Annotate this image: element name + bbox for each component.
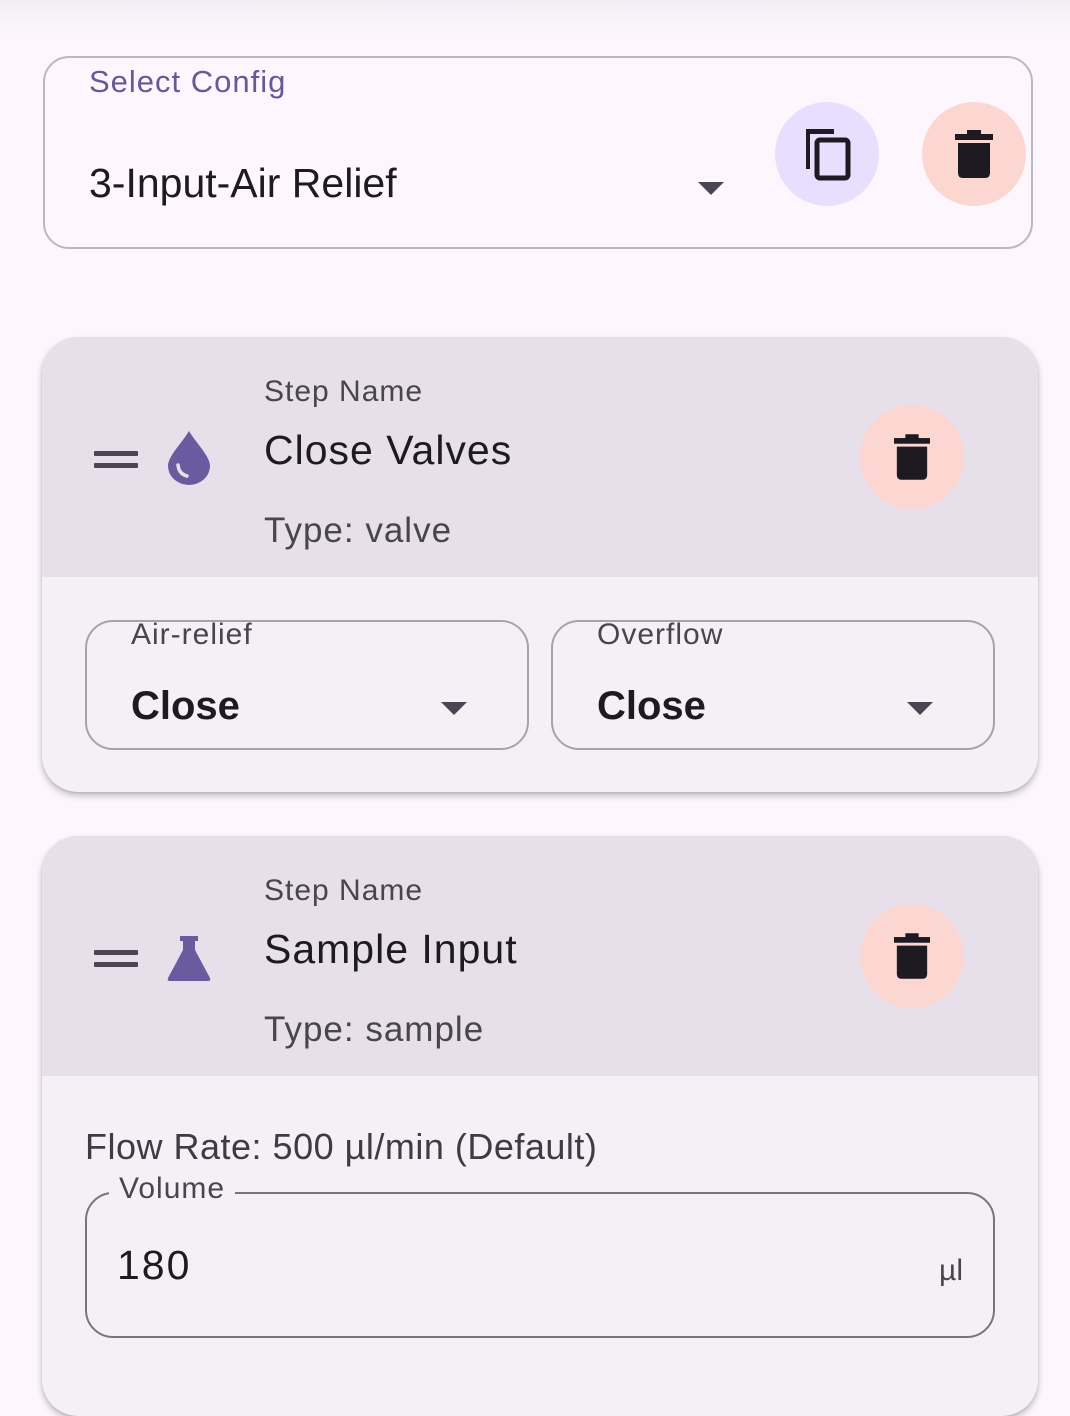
step-card-close-valves[interactable]: Step Name Close Valves Type: valve Air-r… (42, 337, 1038, 792)
delete-step-button[interactable] (860, 904, 964, 1008)
step-card-body: Flow Rate: 500 µl/min (Default) Volume 1… (42, 1076, 1038, 1416)
air-relief-select[interactable]: Air-relief Close (85, 618, 529, 750)
trash-icon (955, 130, 993, 178)
step-card-header: Step Name Sample Input Type: sample (42, 836, 1038, 1076)
flow-rate-text: Flow Rate: 500 µl/min (Default) (85, 1126, 598, 1167)
copy-icon (806, 129, 851, 181)
step-type: Type: valve (264, 511, 453, 550)
delete-step-button[interactable] (860, 405, 964, 509)
water-drop-icon (168, 431, 210, 485)
flask-icon (167, 936, 211, 981)
volume-label: Volume (109, 1172, 236, 1206)
step-card-header: Step Name Close Valves Type: valve (42, 337, 1038, 577)
step-name: Close Valves (264, 427, 513, 473)
step-name-label: Step Name (264, 375, 424, 408)
air-relief-value: Close (131, 684, 240, 728)
step-type: Type: sample (264, 1010, 485, 1049)
step-name: Sample Input (264, 926, 518, 972)
step-card-sample-input[interactable]: Step Name Sample Input Type: sample Flow… (42, 836, 1038, 1416)
volume-input[interactable]: Volume 180 µl (85, 1172, 995, 1338)
copy-config-button[interactable] (775, 102, 879, 206)
overflow-label: Overflow (597, 618, 724, 651)
overflow-value: Close (597, 684, 706, 728)
config-select-label: Select Config (89, 64, 287, 99)
overflow-select[interactable]: Overflow Close (551, 618, 995, 750)
trash-icon (894, 434, 930, 480)
dropdown-arrow-icon[interactable] (441, 702, 467, 715)
air-relief-label: Air-relief (131, 618, 253, 651)
dropdown-arrow-icon[interactable] (698, 182, 724, 195)
drag-handle-icon[interactable] (94, 451, 138, 469)
volume-unit: µl (939, 1254, 963, 1287)
config-select[interactable]: Select Config 3-Input-Air Relief (43, 56, 1033, 249)
config-select-value: 3-Input-Air Relief (89, 160, 397, 206)
dropdown-arrow-icon[interactable] (907, 702, 933, 715)
volume-value[interactable]: 180 (117, 1242, 191, 1289)
step-name-label: Step Name (264, 874, 424, 907)
drag-handle-icon[interactable] (94, 950, 138, 968)
step-card-body: Air-relief Close Overflow Close (42, 577, 1038, 792)
app-bar-shadow (0, 0, 1070, 40)
delete-config-button[interactable] (922, 102, 1026, 206)
trash-icon (894, 933, 930, 979)
